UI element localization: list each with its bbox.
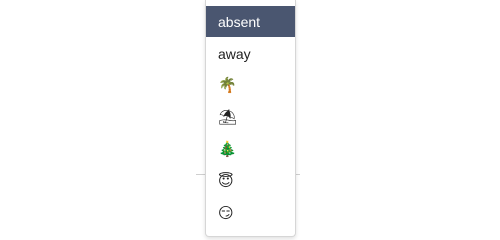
smirk-face-icon: 😏 bbox=[218, 204, 234, 222]
option-absent[interactable]: absent bbox=[206, 6, 295, 37]
option-label: absent bbox=[218, 13, 261, 30]
option-away[interactable]: away bbox=[206, 38, 295, 69]
option-halo-face[interactable]: 😇 bbox=[206, 166, 295, 197]
option-beach-umbrella[interactable]: ⛱ bbox=[206, 102, 295, 133]
halo-face-icon: 😇 bbox=[218, 172, 234, 190]
status-dropdown-menu[interactable]: absent away 🌴 ⛱ 🎄 😇 😏 bbox=[205, 0, 296, 237]
option-label: away bbox=[218, 45, 251, 62]
beach-umbrella-icon: ⛱ bbox=[218, 108, 238, 126]
option-palm-tree[interactable]: 🌴 bbox=[206, 70, 295, 101]
option-smirk-face[interactable]: 😏 bbox=[206, 198, 295, 229]
screen: absent away 🌴 ⛱ 🎄 😇 😏 bbox=[0, 0, 500, 240]
christmas-tree-icon: 🎄 bbox=[218, 140, 237, 158]
option-christmas-tree[interactable]: 🎄 bbox=[206, 134, 295, 165]
palm-tree-icon: 🌴 bbox=[218, 76, 237, 94]
